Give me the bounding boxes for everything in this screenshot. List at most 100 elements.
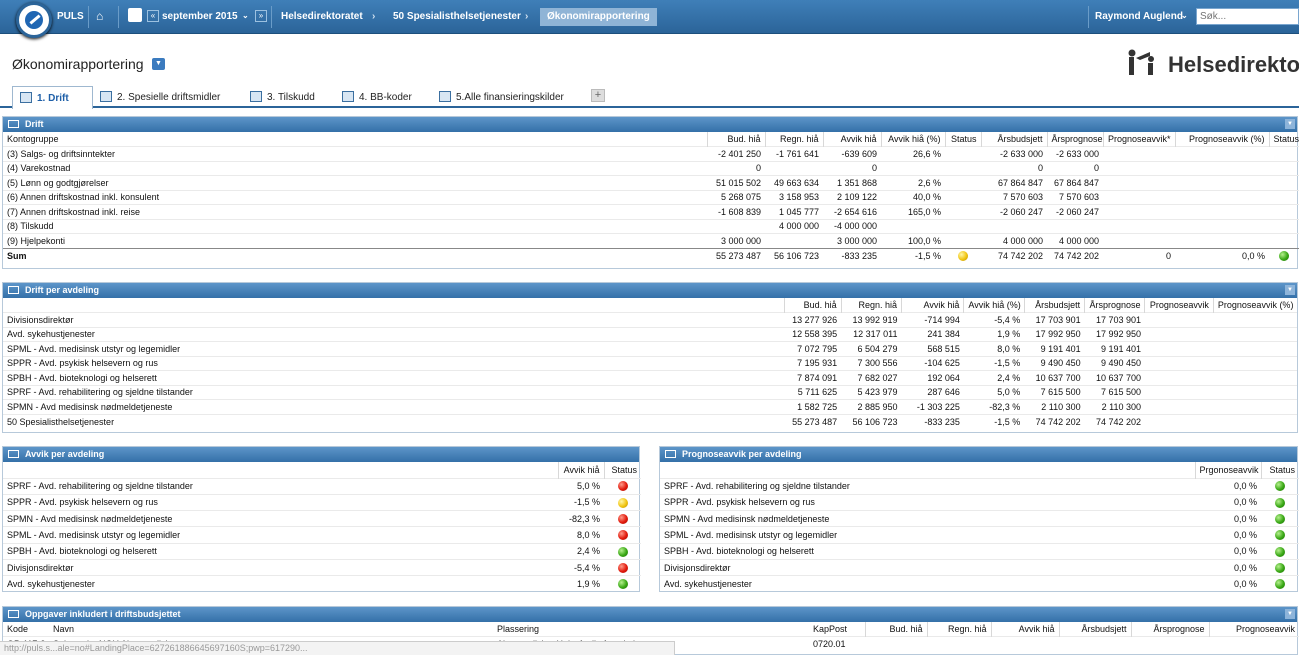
column-header[interactable]: Årsbudsjett [1023, 298, 1085, 313]
column-header[interactable]: Prognoseavvik* [1102, 132, 1175, 147]
column-header[interactable]: Avvik hiå [990, 622, 1059, 637]
status-cell [1261, 575, 1299, 593]
column-header[interactable]: Regn. hiå [764, 132, 823, 147]
column-header[interactable]: Status [1260, 462, 1299, 478]
tab-tilskudd[interactable]: 3. Tilskudd [243, 86, 331, 108]
table-row[interactable]: (8) Tilskudd 4 000 000 -4 000 000 [3, 218, 1299, 234]
prev-period-button[interactable]: « [147, 10, 159, 22]
table-row[interactable]: SPPR - Avd. psykisk helsevern og rus 0,0 … [660, 493, 1299, 511]
table-row[interactable]: SPBH - Avd. bioteknologi og helserett 7 8… [3, 370, 1297, 385]
column-header[interactable]: Årsprognose [1046, 132, 1103, 147]
column-header[interactable]: Avvik hiå [822, 132, 881, 147]
table-row[interactable]: SPMN - Avd medisinsk nødmeldetjeneste 0,0… [660, 510, 1299, 527]
next-period-button[interactable]: » [255, 10, 267, 22]
column-header[interactable]: Bud. hiå [864, 622, 927, 637]
table-row[interactable]: SPBH - Avd. bioteknologi og helserett 2,4… [3, 542, 641, 560]
column-header[interactable] [3, 462, 558, 478]
column-header[interactable]: Navn [49, 622, 493, 637]
chevron-down-icon[interactable]: ⌄ [242, 11, 249, 20]
column-header[interactable]: Avvik hiå [557, 462, 604, 478]
column-header[interactable]: Avvik hiå [901, 298, 964, 313]
period-select[interactable]: september 2015 [162, 11, 238, 22]
table-row[interactable]: SPPR - Avd. psykisk helsevern og rus 7 19… [3, 355, 1297, 371]
tab-drift[interactable]: 1. Drift [12, 86, 93, 109]
table-row[interactable]: SPRF - Avd. rehabilitering og sjeldne ti… [660, 477, 1299, 495]
table-row[interactable]: Avd. sykehustjenester 1,9 % [3, 575, 641, 593]
table-cell: -1,5 % [963, 413, 1025, 429]
column-header[interactable]: Prognoseavvik (%) [1212, 298, 1297, 313]
tab-spesielle-driftsmidler[interactable]: 2. Spesielle driftsmidler [93, 86, 238, 108]
column-header[interactable] [660, 462, 1195, 478]
collapse-icon[interactable]: ▼ [1285, 285, 1295, 295]
column-header[interactable]: Bud. hiå [784, 298, 842, 313]
table-row[interactable]: (9) Hjelpekonti 3 000 000 3 000 000 100,0 %… [3, 233, 1299, 248]
breadcrumb-item[interactable]: Helsedirektoratet [281, 11, 363, 22]
breadcrumb-item[interactable]: 50 Spesialisthelsetjenester [393, 11, 521, 22]
drift-panel: Drift ▼ Kontogruppe Bud. hiå Regn. hiå Avvik… [2, 116, 1299, 269]
table-row[interactable]: (6) Annen driftskostnad inkl. konsulent 5… [3, 189, 1299, 205]
column-header[interactable]: Kode [3, 622, 49, 637]
status-green-icon [1275, 497, 1285, 508]
table-cell: (9) Hjelpekonti [3, 233, 707, 248]
column-header[interactable]: Avvik hiå (%) [963, 298, 1025, 313]
puls-logo-icon[interactable] [16, 2, 52, 38]
column-header[interactable]: Status [1268, 132, 1299, 147]
column-header[interactable]: Status [944, 132, 981, 147]
table-row[interactable]: SPML - Avd. medisinsk utstyr og legemidl… [3, 341, 1297, 356]
chevron-down-icon[interactable]: ▼ [152, 58, 165, 70]
table-cell [1103, 189, 1175, 205]
collapse-icon[interactable]: ▼ [1285, 609, 1295, 619]
table-row[interactable]: Divisionsdirektør 13 277 926 13 992 919 -71… [3, 312, 1297, 327]
table-row[interactable]: SPBH - Avd. bioteknologi og helserett 0,0… [660, 542, 1299, 560]
user-menu[interactable]: Raymond Auglend [1095, 11, 1183, 22]
table-row[interactable]: SPRF - Avd. rehabilitering og sjeldne ti… [3, 384, 1297, 400]
column-header[interactable]: Regn. hiå [926, 622, 991, 637]
table-row[interactable]: 50 Spesialisthelsetjenester 55 273 487 56 … [3, 413, 1297, 429]
table-row[interactable]: Avd. sykehustjenester 12 558 395 12 317 01… [3, 326, 1297, 342]
column-header[interactable]: Årsprognose [1130, 622, 1209, 637]
status-green-icon [1279, 250, 1289, 261]
column-header[interactable]: Årsbudsjett [980, 132, 1047, 147]
table-cell [1175, 189, 1269, 205]
column-header[interactable]: Regn. hiå [840, 298, 902, 313]
table-row[interactable]: SPML - Avd. medisinsk utstyr og legemidl… [3, 526, 641, 544]
table-row[interactable]: SPRF - Avd. rehabilitering og sjeldne ti… [3, 477, 641, 495]
column-header[interactable]: Bud. hiå [706, 132, 765, 147]
table-row[interactable]: SPMN - Avd medisinsk nødmeldetjeneste -82… [3, 510, 641, 527]
app-name[interactable]: PULS [57, 11, 84, 22]
table-row[interactable]: (5) Lønn og godtgjørelser 51 015 502 49 66… [3, 175, 1299, 190]
breadcrumb-current[interactable]: Økonomirapportering [540, 8, 657, 26]
table-cell: -2 401 250 [707, 146, 765, 161]
table-row[interactable]: SPPR - Avd. psykisk helsevern og rus -1,5… [3, 493, 641, 511]
status-cell [1269, 204, 1299, 219]
column-header[interactable]: Prognoseavvik [1208, 622, 1299, 637]
collapse-icon[interactable]: ▼ [1285, 119, 1295, 129]
column-header[interactable]: Årsprognose [1084, 298, 1145, 313]
table-row[interactable]: (3) Salgs- og driftsinntekter -2 401 250-… [3, 146, 1299, 161]
chevron-down-icon[interactable]: ⌄ [1181, 11, 1188, 20]
table-row[interactable]: SPMN - Avd medisinsk nødmeldetjeneste 1 5… [3, 399, 1297, 414]
table-row[interactable]: Divisjonsdirektør -5,4 % [3, 558, 641, 576]
add-tab-button[interactable]: + [591, 89, 605, 102]
column-header[interactable]: Prgonoseavvik [1194, 462, 1261, 478]
column-header[interactable]: Prognoseavvik [1144, 298, 1214, 313]
column-header[interactable]: KapPost [809, 622, 865, 637]
column-header[interactable]: Prognoseavvik (%) [1174, 132, 1269, 147]
search-input[interactable] [1196, 8, 1299, 25]
table-row[interactable]: Divisjonsdirektør 0,0 % [660, 558, 1299, 576]
table-row[interactable]: (4) Varekostnad 0 0 0 0 [3, 160, 1299, 176]
table-row[interactable]: SPML - Avd. medisinsk utstyr og legemidl… [660, 526, 1299, 544]
column-header[interactable]: Plassering [493, 622, 809, 637]
column-header[interactable]: Avvik hiå (%) [880, 132, 945, 147]
tab-alle-finansieringskilder[interactable]: 5.Alle finansieringskilder [432, 86, 582, 108]
column-header[interactable]: Status [603, 462, 641, 478]
table-row[interactable]: (7) Annen driftskostnad inkl. reise -1 60… [3, 204, 1299, 219]
table-row[interactable]: Avd. sykehustjenester 0,0 % [660, 575, 1299, 593]
column-header[interactable]: Årsbudsjett [1058, 622, 1131, 637]
calendar-icon[interactable] [128, 8, 142, 22]
tab-bb-koder[interactable]: 4. BB-koder [335, 86, 425, 108]
table-cell: (3) Salgs- og driftsinntekter [3, 146, 707, 161]
column-header[interactable] [3, 298, 785, 313]
home-icon[interactable]: ⌂ [96, 9, 103, 23]
column-header[interactable]: Kontogruppe [3, 132, 707, 147]
